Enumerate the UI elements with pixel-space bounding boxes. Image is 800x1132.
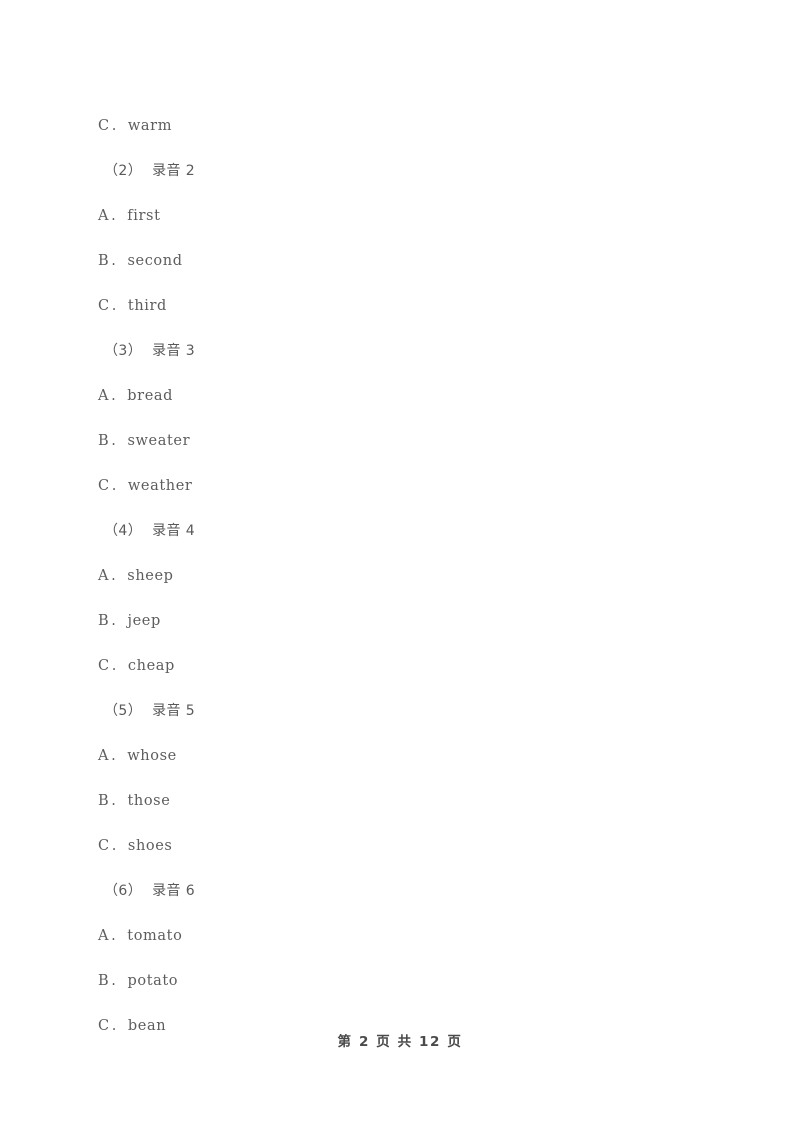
option-letter: A — [98, 388, 110, 404]
question-label: 录音 4 — [152, 523, 196, 539]
option-separator: . — [111, 928, 117, 944]
answer-option: B. those — [0, 779, 800, 824]
option-separator: . — [111, 568, 117, 584]
question-group-heading: （4） 录音 4 — [0, 509, 800, 554]
option-letter: C — [98, 298, 110, 314]
option-separator: . — [111, 658, 117, 674]
option-separator: . — [111, 748, 117, 764]
answer-option: B. second — [0, 239, 800, 284]
option-text: sheep — [127, 568, 174, 584]
answer-option: C. weather — [0, 464, 800, 509]
option-letter: A — [98, 928, 110, 944]
option-text: shoes — [127, 838, 173, 854]
document-page: C. warm （2） 录音 2 A. first B. second C. third （3） 录音… — [0, 0, 800, 1132]
option-separator: . — [111, 388, 117, 404]
answer-option: B. potato — [0, 959, 800, 1004]
question-label: 录音 2 — [152, 163, 196, 179]
question-number: （3） — [104, 343, 143, 359]
option-text: tomato — [127, 928, 183, 944]
option-letter: B — [98, 973, 110, 989]
option-letter: B — [98, 253, 110, 269]
option-separator: . — [111, 118, 117, 134]
page-content: C. warm （2） 录音 2 A. first B. second C. third （3） 录音… — [0, 104, 800, 1049]
option-text: warm — [127, 118, 173, 134]
question-group-heading: （6） 录音 6 — [0, 869, 800, 914]
answer-option: A. bread — [0, 374, 800, 419]
option-letter: B — [98, 793, 110, 809]
question-group-heading: （2） 录音 2 — [0, 149, 800, 194]
option-text: sweater — [127, 433, 191, 449]
answer-option: C. shoes — [0, 824, 800, 869]
option-letter: A — [98, 208, 110, 224]
option-separator: . — [111, 208, 117, 224]
option-text: bread — [127, 388, 174, 404]
answer-option: A. whose — [0, 734, 800, 779]
option-text: cheap — [127, 658, 175, 674]
answer-option: C. warm — [0, 104, 800, 149]
page-footer: 第 2 页 共 12 页 — [337, 1034, 463, 1050]
answer-option: B. jeep — [0, 599, 800, 644]
option-text: potato — [127, 973, 179, 989]
option-text: whose — [127, 748, 177, 764]
option-text: weather — [127, 478, 193, 494]
option-text: those — [127, 793, 171, 809]
option-letter: C — [98, 838, 110, 854]
option-letter: C — [98, 478, 110, 494]
question-group-heading: （5） 录音 5 — [0, 689, 800, 734]
question-number: （6） — [104, 883, 143, 899]
question-number: （4） — [104, 523, 143, 539]
answer-option: C. third — [0, 284, 800, 329]
option-text: third — [127, 298, 167, 314]
question-label: 录音 6 — [152, 883, 196, 899]
option-separator: . — [111, 478, 117, 494]
option-letter: A — [98, 568, 110, 584]
option-letter: C — [98, 118, 110, 134]
question-label: 录音 5 — [152, 703, 196, 719]
option-letter: C — [98, 658, 110, 674]
answer-option: A. tomato — [0, 914, 800, 959]
answer-option: A. sheep — [0, 554, 800, 599]
answer-option: A. first — [0, 194, 800, 239]
question-group-heading: （3） 录音 3 — [0, 329, 800, 374]
option-letter: B — [98, 613, 110, 629]
question-label: 录音 3 — [152, 343, 196, 359]
option-text: jeep — [127, 613, 161, 629]
option-letter: A — [98, 748, 110, 764]
question-number: （2） — [104, 163, 143, 179]
option-text: first — [127, 208, 161, 224]
answer-option: C. cheap — [0, 644, 800, 689]
option-letter: B — [98, 433, 110, 449]
option-text: second — [127, 253, 183, 269]
question-number: （5） — [104, 703, 143, 719]
answer-option: B. sweater — [0, 419, 800, 464]
option-separator: . — [111, 298, 117, 314]
option-separator: . — [111, 838, 117, 854]
